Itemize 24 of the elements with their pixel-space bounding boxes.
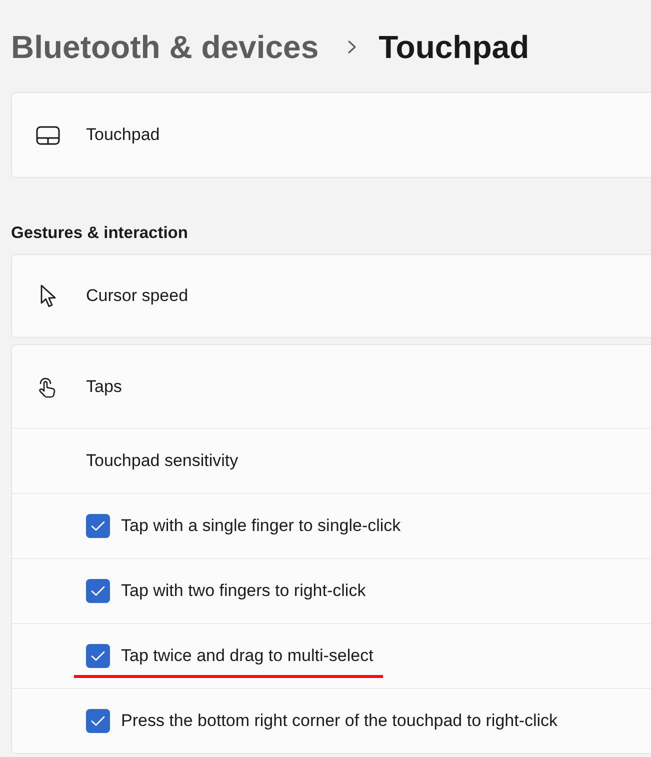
section-heading: Gestures & interaction	[11, 223, 189, 243]
checkbox[interactable]	[86, 579, 110, 603]
setting-label: Touchpad	[86, 125, 160, 145]
setting-label: Touchpad sensitivity	[86, 451, 238, 471]
checkbox-label[interactable]: Tap with two fingers to right-click	[121, 581, 366, 601]
checkbox-label[interactable]: Tap twice and drag to multi-select	[121, 646, 374, 666]
settings-card[interactable]: Cursor speed	[11, 254, 651, 338]
setting-label[interactable]: Taps	[86, 376, 122, 396]
breadcrumb-link[interactable]: Bluetooth & devices	[11, 28, 319, 66]
checkbox[interactable]	[86, 709, 110, 733]
checkmark-icon	[91, 716, 105, 726]
settings-card[interactable]: Touchpad	[11, 92, 651, 178]
checkmark-icon	[91, 521, 105, 531]
chevron-right-icon	[346, 40, 357, 54]
setting-label: Cursor speed	[86, 286, 188, 306]
checkbox[interactable]	[86, 644, 110, 668]
checkbox-label[interactable]: Tap with a single finger to single-click	[121, 516, 401, 536]
page-title: Touchpad	[378, 28, 530, 66]
checkbox[interactable]	[86, 514, 110, 538]
touchpad-icon	[36, 126, 60, 144]
checkmark-icon	[91, 586, 105, 596]
checkmark-icon	[91, 651, 105, 661]
checkbox-label[interactable]: Press the bottom right corner of the touchpad to right-click	[121, 711, 558, 731]
mouse-pointer-icon	[40, 284, 56, 308]
